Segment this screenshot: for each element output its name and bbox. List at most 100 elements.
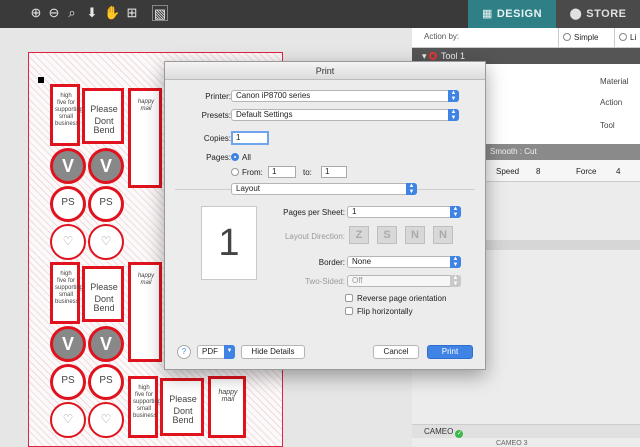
reverse-orientation-label: Reverse page orientation xyxy=(357,294,447,303)
cancel-button[interactable]: Cancel xyxy=(373,345,419,359)
pages-per-sheet-label: Pages per Sheet: xyxy=(283,208,345,217)
sticker-heart[interactable]: ♡ xyxy=(88,224,124,260)
pages-from-label: From: xyxy=(242,168,263,177)
border-select[interactable]: None ▲ ▼ xyxy=(347,256,461,268)
sticker-high-five[interactable]: high five for supporting small business xyxy=(50,84,84,146)
sticker-happy-mail[interactable]: happy mail xyxy=(208,376,246,438)
sticker-please[interactable]: Please Dont Bend xyxy=(82,266,124,322)
top-toolbar: ⊕ ⊖ ⌕ ⬇ ✋ ⊞ ▧ ▦ DESIGN ⬤ STORE xyxy=(0,0,640,28)
pages-all-radio[interactable] xyxy=(231,153,239,161)
sticker-text: happy mail xyxy=(137,273,155,286)
help-button[interactable]: ? xyxy=(177,345,191,359)
action-label: Action xyxy=(600,98,623,107)
chevron-updown-icon: ▲ ▼ xyxy=(450,256,461,268)
zoom-out-icon[interactable]: ⊖ xyxy=(46,5,62,21)
smooth-cut-label: Smooth : Cut xyxy=(490,147,537,156)
tab-design[interactable]: ▦ DESIGN xyxy=(468,0,556,28)
sticker-v[interactable]: V xyxy=(88,326,124,362)
sticker-text: happy mail xyxy=(137,99,155,112)
sticker-high-five[interactable]: high five for supporting small business xyxy=(50,262,84,324)
heart-icon: ♡ xyxy=(62,234,74,248)
design-grid-icon: ▦ xyxy=(481,8,493,20)
copies-input[interactable]: 1 xyxy=(231,131,269,145)
sticker-ps[interactable]: PS xyxy=(88,186,124,222)
sticker-please[interactable]: Please Dont Bend xyxy=(160,378,204,436)
layout-n-icon[interactable]: N xyxy=(405,226,425,244)
pdf-button[interactable]: PDF ▼ xyxy=(197,345,235,359)
to-input[interactable]: 1 xyxy=(321,166,347,178)
preview-page-number: 1 xyxy=(218,222,240,264)
sticker-text: PS xyxy=(99,197,113,208)
zoom-selection-icon[interactable]: ⌕ xyxy=(64,5,80,21)
speed-label: Speed xyxy=(496,167,520,176)
material-label: Material xyxy=(600,77,629,86)
hide-details-button[interactable]: Hide Details xyxy=(241,345,305,359)
sticker-v[interactable]: V xyxy=(88,148,124,184)
simple-radio-icon xyxy=(563,33,571,41)
pages-label: Pages: xyxy=(206,153,231,162)
sticker-ps[interactable]: PS xyxy=(50,186,86,222)
sticker-heart[interactable]: ♡ xyxy=(50,224,86,260)
reverse-orientation-checkbox[interactable] xyxy=(345,294,353,302)
line-radio-icon xyxy=(619,33,627,41)
chevron-updown-icon: ▲ ▼ xyxy=(448,109,459,121)
sticker-please[interactable]: Please Dont Bend xyxy=(82,88,124,144)
sticker-text: PS xyxy=(99,375,113,386)
section-select[interactable]: Layout ▲ ▼ xyxy=(231,183,417,195)
sticker-happy-mail[interactable]: happy mail xyxy=(128,262,162,362)
border-label: Border: xyxy=(318,258,345,267)
chevron-updown-icon: ▲ ▼ xyxy=(406,183,417,195)
sticker-ps[interactable]: PS xyxy=(88,364,124,400)
print-button[interactable]: Print xyxy=(427,345,473,359)
pages-all-label: All xyxy=(242,153,251,162)
flip-horizontally-checkbox[interactable] xyxy=(345,307,353,315)
fit-page-icon[interactable]: ⊞ xyxy=(124,5,140,21)
action-by-label: Action by: xyxy=(424,32,460,41)
zoom-in-icon[interactable]: ⊕ xyxy=(28,5,44,21)
sticker-text: high five for supporting small business xyxy=(55,93,84,127)
heart-icon: ♡ xyxy=(100,234,112,248)
sticker-happy-mail[interactable]: happy mail xyxy=(128,88,162,188)
printer-select[interactable]: Canon iP8700 series ▲ ▼ xyxy=(231,90,459,102)
two-sided-select[interactable]: Off ▲ ▼ xyxy=(347,275,461,287)
speed-value[interactable]: 8 xyxy=(536,167,540,176)
expand-icon: ▾ xyxy=(422,51,430,61)
layout-n-reverse-icon[interactable]: N xyxy=(433,226,453,244)
pdf-label: PDF xyxy=(202,347,218,356)
flip-horizontally-label: Flip horizontally xyxy=(357,307,413,316)
pages-per-sheet-select[interactable]: 1 ▲ ▼ xyxy=(347,206,461,218)
move-down-icon[interactable]: ⬇ xyxy=(84,5,100,21)
connected-check-icon: ✓ xyxy=(455,430,464,438)
sticker-high-five[interactable]: high five for supporting small business xyxy=(128,376,162,438)
heart-icon: ♡ xyxy=(62,412,74,426)
tool-header-label: Tool 1 xyxy=(441,51,466,61)
force-value[interactable]: 4 xyxy=(616,167,620,176)
layout-z-icon[interactable]: Z xyxy=(349,226,369,244)
presets-value: Default Settings xyxy=(236,110,293,119)
pan-hand-icon[interactable]: ✋ xyxy=(104,5,120,21)
sticker-heart[interactable]: ♡ xyxy=(50,402,86,438)
layout-s-icon[interactable]: S xyxy=(377,226,397,244)
sticker-text: V xyxy=(61,156,74,176)
sticker-text: high five for supporting small business xyxy=(55,271,84,305)
sticker-v[interactable]: V xyxy=(50,148,86,184)
sticker-text: happy mail xyxy=(218,389,238,403)
sticker-text: Dont Bend xyxy=(93,116,115,135)
from-input[interactable]: 1 xyxy=(268,166,296,178)
option-line[interactable]: Li xyxy=(614,28,640,48)
store-s-icon: ⬤ xyxy=(569,8,583,20)
texture-icon[interactable]: ▧ xyxy=(152,5,168,21)
presets-select[interactable]: Default Settings ▲ ▼ xyxy=(231,109,459,121)
sticker-v[interactable]: V xyxy=(50,326,86,362)
pages-to-label: to: xyxy=(303,168,312,177)
sticker-heart[interactable]: ♡ xyxy=(88,402,124,438)
tab-store[interactable]: ⬤ STORE xyxy=(556,0,640,28)
tab-design-label: DESIGN xyxy=(496,8,543,20)
sticker-text: high five for supporting small business xyxy=(133,385,162,419)
pages-from-radio[interactable] xyxy=(231,168,239,176)
device-bar[interactable]: CAMEO ✓ xyxy=(412,424,640,438)
panel-divider xyxy=(486,240,640,250)
option-simple[interactable]: Simple xyxy=(558,28,614,48)
sticker-ps[interactable]: PS xyxy=(50,364,86,400)
copies-label: Copies: xyxy=(203,134,231,143)
